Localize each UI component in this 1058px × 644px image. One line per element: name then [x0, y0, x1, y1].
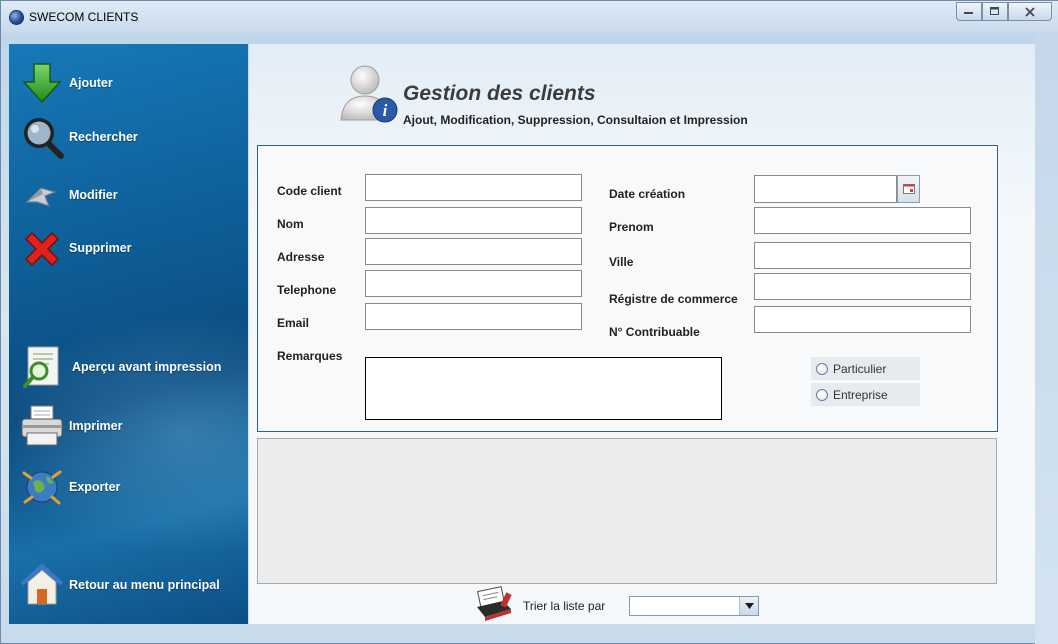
radio-entreprise[interactable]: Entreprise	[811, 383, 920, 406]
registre-commerce-field[interactable]	[754, 273, 971, 300]
remarques-field[interactable]	[365, 357, 722, 420]
sidebar-item-label: Retour au menu principal	[69, 578, 220, 592]
date-creation-label: Date création	[609, 187, 686, 201]
calendar-icon	[902, 184, 915, 194]
app-window: SWECOM CLIENTS Ajouter Rechercher Modifi…	[0, 0, 1058, 644]
sidebar-item-ajouter[interactable]: Ajouter	[9, 60, 113, 106]
window-title: SWECOM CLIENTS	[29, 10, 139, 24]
sort-list-icon	[477, 586, 512, 621]
svg-text:i: i	[383, 101, 388, 120]
home-icon	[20, 564, 64, 605]
numero-contribuable-label: N° Contribuable	[609, 325, 700, 339]
minimize-icon	[964, 11, 973, 14]
sort-dropdown[interactable]	[629, 596, 759, 616]
telephone-field[interactable]	[365, 270, 582, 297]
print-preview-icon	[23, 346, 59, 388]
sidebar-item-label: Rechercher	[69, 130, 138, 144]
registre-commerce-label: Régistre de commerce	[609, 292, 738, 306]
sidebar-item-supprimer[interactable]: Supprimer	[9, 225, 132, 271]
chevron-down-icon[interactable]	[739, 597, 758, 615]
maximize-button[interactable]	[982, 2, 1008, 21]
sort-label: Trier la liste par	[523, 599, 606, 613]
code-client-label: Code client	[277, 184, 342, 198]
remarques-label: Remarques	[277, 349, 343, 363]
sort-dropdown-value	[630, 597, 739, 615]
adresse-field[interactable]	[365, 238, 582, 265]
sidebar-item-retour[interactable]: Retour au menu principal	[9, 562, 220, 608]
globe-export-icon	[22, 470, 62, 505]
ville-field[interactable]	[754, 242, 971, 269]
nom-label: Nom	[277, 217, 304, 231]
sidebar-item-label: Ajouter	[69, 76, 113, 90]
minimize-button[interactable]	[956, 2, 982, 21]
telephone-label: Telephone	[277, 283, 337, 297]
close-icon	[1025, 6, 1035, 17]
sidebar-item-label: Modifier	[69, 188, 118, 202]
email-field[interactable]	[365, 303, 582, 330]
email-label: Email	[277, 316, 310, 330]
sidebar-item-rechercher[interactable]: Rechercher	[9, 114, 138, 160]
main-panel: i Gestion des clients Ajout, Modificatio…	[249, 44, 1035, 624]
radio-button-icon	[816, 362, 828, 375]
sidebar-item-label: Supprimer	[69, 241, 132, 255]
prenom-field[interactable]	[754, 207, 971, 234]
sidebar: Ajouter Rechercher Modifier Supprimer Ap…	[9, 44, 248, 624]
sidebar-item-apercu[interactable]: Aperçu avant impression	[9, 344, 221, 390]
magnifier-icon	[24, 118, 64, 159]
sidebar-item-imprimer[interactable]: Imprimer	[9, 403, 123, 449]
clients-list[interactable]	[257, 438, 997, 584]
sidebar-item-label: Exporter	[69, 480, 121, 494]
radio-button-icon	[816, 388, 828, 401]
close-button[interactable]	[1008, 2, 1052, 21]
delete-x-icon	[24, 231, 60, 267]
sidebar-item-modifier[interactable]: Modifier	[9, 172, 118, 218]
client-form: Code client Nom Adresse Telephone Email …	[257, 145, 998, 432]
adresse-label: Adresse	[277, 250, 325, 264]
nom-field[interactable]	[365, 207, 582, 234]
window-right-edge	[1035, 33, 1058, 644]
numero-contribuable-field[interactable]	[754, 306, 971, 333]
ville-label: Ville	[609, 255, 634, 269]
maximize-icon	[990, 7, 999, 15]
radio-label: Entreprise	[833, 387, 888, 402]
client-info-icon: i	[340, 65, 398, 123]
edit-icon	[25, 187, 57, 207]
add-arrow-icon	[22, 63, 62, 104]
sidebar-item-exporter[interactable]: Exporter	[9, 464, 120, 510]
prenom-label: Prenom	[609, 220, 654, 234]
radio-label: Particulier	[833, 361, 887, 376]
sidebar-item-label: Imprimer	[69, 419, 123, 433]
window-controls	[956, 2, 1052, 21]
printer-icon	[21, 405, 63, 446]
page-subtitle: Ajout, Modification, Suppression, Consul…	[403, 113, 748, 127]
title-bar: SWECOM CLIENTS	[1, 1, 1058, 33]
app-logo-icon	[9, 10, 24, 25]
sidebar-item-label: Aperçu avant impression	[72, 360, 222, 374]
radio-particulier[interactable]: Particulier	[811, 357, 920, 380]
date-creation-field[interactable]	[754, 175, 897, 203]
date-picker-button[interactable]	[897, 175, 920, 203]
page-title: Gestion des clients	[403, 82, 596, 105]
code-client-field[interactable]	[365, 174, 582, 201]
